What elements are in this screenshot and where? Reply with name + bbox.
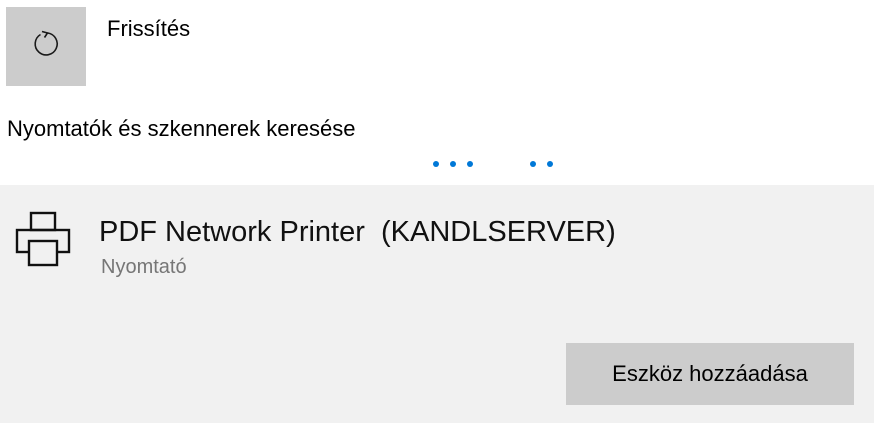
- add-device-button[interactable]: Eszköz hozzáadása: [566, 343, 854, 405]
- refresh-button[interactable]: [6, 7, 86, 86]
- progress-dot: [547, 161, 553, 167]
- device-type: Nyomtató: [101, 256, 187, 278]
- device-list-item[interactable]: PDF Network Printer (KANDLSERVER) Nyomta…: [0, 185, 874, 423]
- refresh-label[interactable]: Frissítés: [107, 15, 190, 43]
- progress-dot: [467, 161, 473, 167]
- progress-dot: [530, 161, 536, 167]
- progress-dot: [450, 161, 456, 167]
- refresh-icon: [30, 28, 62, 65]
- device-name: PDF Network Printer (KANDLSERVER): [99, 216, 616, 248]
- progress-dot: [433, 161, 439, 167]
- printer-icon: [14, 210, 72, 268]
- search-status-text: Nyomtatók és szkennerek keresése: [7, 116, 356, 141]
- progress-dots: [0, 158, 874, 170]
